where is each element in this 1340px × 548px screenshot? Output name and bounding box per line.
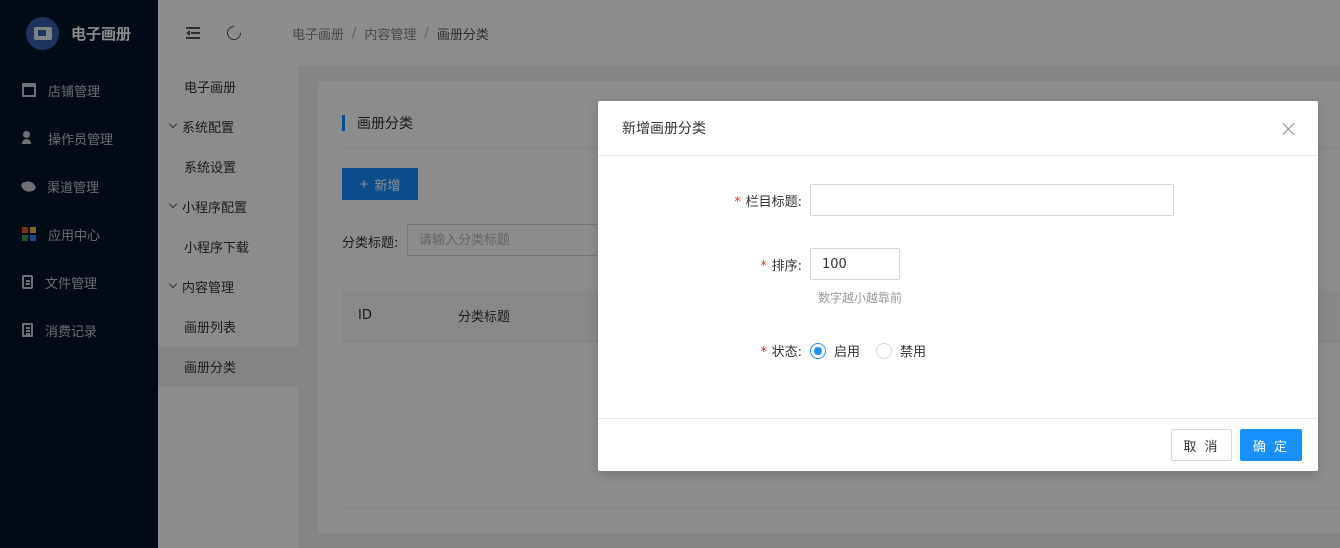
title-field-label: * 栏目标题: xyxy=(733,194,802,210)
required-mark: * xyxy=(759,258,768,274)
dialog-footer: 取 消 确 定 xyxy=(598,418,1318,471)
status-radio-disabled[interactable]: 禁用 xyxy=(876,341,926,360)
column-title-field[interactable] xyxy=(810,184,1174,216)
add-category-dialog: 新增画册分类 *栏目标题: *排序: 数字越小越靠前 *状态: 启用 禁用 取 … xyxy=(598,101,1318,471)
cancel-button[interactable]: 取 消 xyxy=(1171,429,1232,461)
required-mark: * xyxy=(733,194,742,210)
required-mark: * xyxy=(759,345,768,360)
form-row-status: * 状态: 启用 禁用 xyxy=(598,341,942,360)
confirm-button[interactable]: 确 定 xyxy=(1240,429,1302,461)
sort-hint: 数字越小越靠前 xyxy=(818,291,903,305)
radio-unchecked-icon xyxy=(876,342,893,359)
sort-order-field[interactable] xyxy=(810,248,900,280)
close-icon[interactable] xyxy=(1282,122,1296,136)
status-radio-enabled[interactable]: 启用 xyxy=(810,341,860,360)
radio-checked-icon xyxy=(810,342,826,359)
dialog-header: 新增画册分类 xyxy=(598,101,1318,156)
form-row-sort: * 排序: xyxy=(598,248,900,280)
dialog-title: 新增画册分类 xyxy=(622,121,706,137)
form-row-title: * 栏目标题: xyxy=(598,184,1174,216)
status-field-label: * 状态: xyxy=(759,345,802,360)
sort-field-label: * 排序: xyxy=(759,258,802,274)
